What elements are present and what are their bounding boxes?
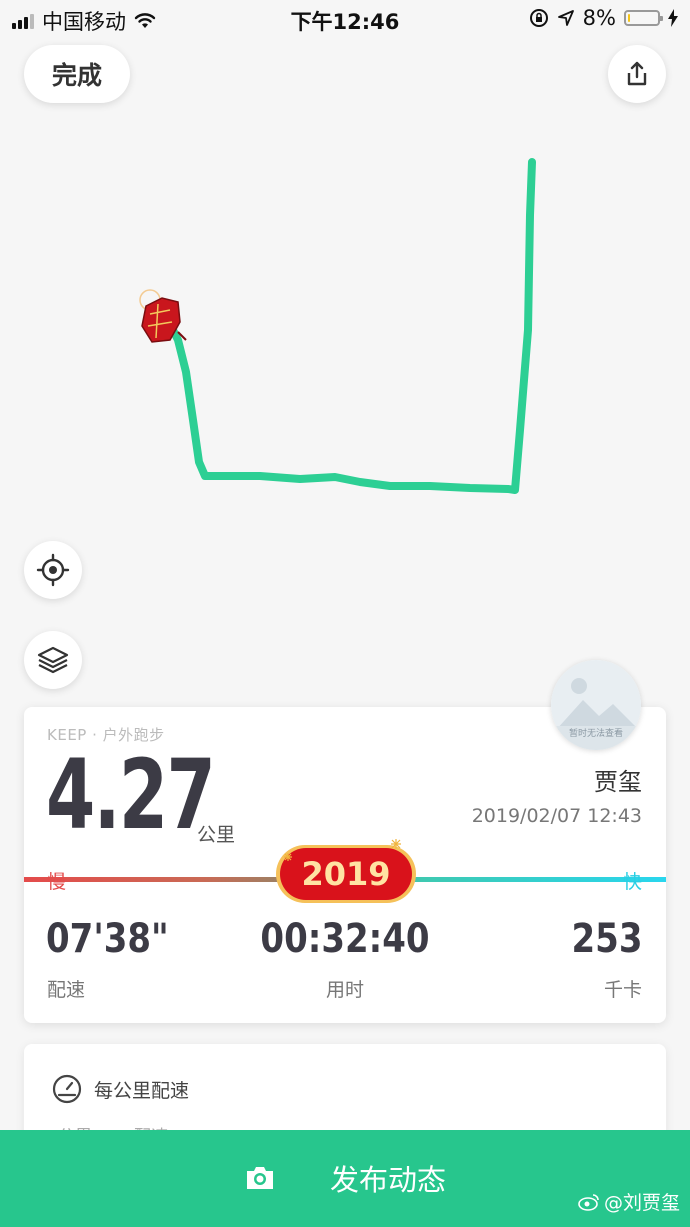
watermark: @刘贾玺	[578, 1188, 680, 1215]
layers-button[interactable]	[24, 631, 82, 689]
avatar[interactable]: 暂时无法查看	[551, 660, 641, 750]
year-badge-text: 2019	[301, 855, 390, 893]
distance-unit: 公里	[197, 824, 236, 846]
start-marker-icon	[139, 289, 187, 343]
done-button[interactable]: 完成	[24, 45, 130, 103]
run-summary-card: KEEP · 户外跑步 4.27 公里 暂时无法查看 贾玺 2019/02/07…	[24, 660, 666, 1023]
calories-value: 253	[571, 916, 642, 962]
share-icon	[627, 61, 647, 86]
per-km-pace-title: 每公里配速	[94, 1080, 190, 1102]
avatar-caption: 暂时无法查看	[569, 727, 623, 739]
duration-value: 00:32:40	[260, 916, 430, 962]
image-placeholder-icon: 暂时无法查看	[551, 660, 641, 750]
share-button[interactable]	[608, 45, 666, 103]
camera-icon	[246, 1166, 273, 1189]
route-path	[168, 158, 536, 494]
duration-label: 用时	[325, 979, 364, 1001]
run-datetime: 2019/02/07 12:43	[471, 805, 642, 827]
fast-label: 快	[622, 871, 642, 893]
layers-icon	[37, 646, 69, 674]
watermark-text: @刘贾玺	[603, 1192, 680, 1214]
weibo-icon	[578, 1193, 599, 1211]
publish-bar[interactable]: 发布动态 @刘贾玺	[0, 1130, 690, 1227]
route-map	[139, 158, 536, 494]
distance-value: 4.27	[46, 739, 216, 851]
year-badge: 2019	[276, 839, 416, 903]
speedometer-icon	[52, 1074, 82, 1104]
locate-button[interactable]	[24, 541, 82, 599]
locate-icon	[36, 553, 70, 587]
calories-label: 千卡	[603, 979, 642, 1001]
user-name: 贾玺	[594, 768, 642, 796]
slow-label: 慢	[47, 871, 67, 893]
publish-button-label: 发布动态	[329, 1162, 446, 1197]
